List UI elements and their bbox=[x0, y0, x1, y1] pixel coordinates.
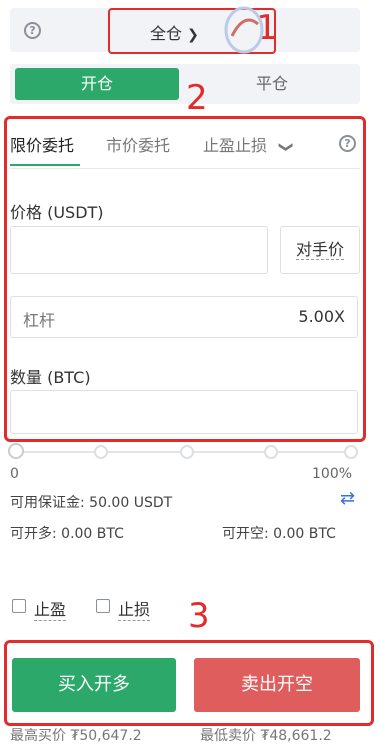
slider-min-label: 0 bbox=[10, 466, 19, 482]
slider-step-100[interactable] bbox=[344, 445, 358, 459]
can-open-short: 可开空: 0.00 BTC bbox=[222, 526, 336, 542]
tabs-divider bbox=[10, 168, 360, 169]
price-label: 价格 (USDT) bbox=[10, 203, 104, 222]
quantity-label: 数量 (BTC) bbox=[10, 368, 91, 387]
stop-loss-checkbox[interactable] bbox=[96, 599, 110, 613]
slider-max-label: 100% bbox=[312, 466, 353, 482]
buy-open-long-button[interactable]: 买入开多 bbox=[12, 658, 176, 712]
best-ask-price: 最低卖价 ₮48,661.2 bbox=[200, 728, 332, 744]
leverage-value: 5.00X bbox=[298, 307, 345, 326]
slider-thumb[interactable] bbox=[8, 443, 24, 459]
slider-step-75[interactable] bbox=[264, 445, 278, 459]
counterparty-price-button[interactable]: 对手价 bbox=[280, 226, 360, 274]
transfer-icon[interactable]: ⇄ bbox=[340, 488, 355, 509]
leverage-label: 杠杆 bbox=[23, 311, 56, 330]
leverage-field[interactable]: 杠杆 5.00X bbox=[10, 296, 358, 338]
take-profit-checkbox[interactable] bbox=[12, 599, 26, 613]
quantity-input[interactable] bbox=[10, 390, 358, 434]
sell-open-short-button[interactable]: 卖出开空 bbox=[194, 658, 360, 712]
help-icon[interactable]: ? bbox=[24, 22, 41, 39]
slider-step-25[interactable] bbox=[94, 445, 108, 459]
active-tab-indicator bbox=[10, 164, 80, 166]
tab-limit-order[interactable]: 限价委托 bbox=[10, 132, 74, 156]
stop-loss-label[interactable]: 止损 bbox=[118, 596, 151, 621]
can-open-long: 可开多: 0.00 BTC bbox=[10, 526, 124, 542]
take-profit-label[interactable]: 止盈 bbox=[34, 596, 67, 621]
close-position-tab[interactable]: 平仓 bbox=[190, 68, 354, 100]
tab-market-order[interactable]: 市价委托 bbox=[106, 132, 170, 156]
logo-watermark-icon bbox=[224, 6, 264, 54]
order-help-icon[interactable]: ? bbox=[339, 135, 356, 152]
available-margin: 可用保证金: 50.00 USDT bbox=[10, 495, 173, 511]
open-position-tab[interactable]: 开仓 bbox=[15, 68, 179, 100]
tab-tp-sl-label: 止盈止损 bbox=[203, 136, 268, 155]
tab-tp-sl[interactable]: 止盈止损 ❯ bbox=[203, 132, 294, 156]
chevron-down-icon: ❯ bbox=[277, 141, 294, 153]
best-bid-price: 最高买价 ₮50,647.2 bbox=[10, 728, 142, 744]
annotation-number-2: 2 bbox=[186, 78, 208, 118]
annotation-number-3: 3 bbox=[188, 596, 210, 636]
counterparty-price-label: 对手价 bbox=[295, 240, 344, 260]
price-input[interactable] bbox=[10, 226, 268, 274]
slider-step-50[interactable] bbox=[180, 445, 194, 459]
